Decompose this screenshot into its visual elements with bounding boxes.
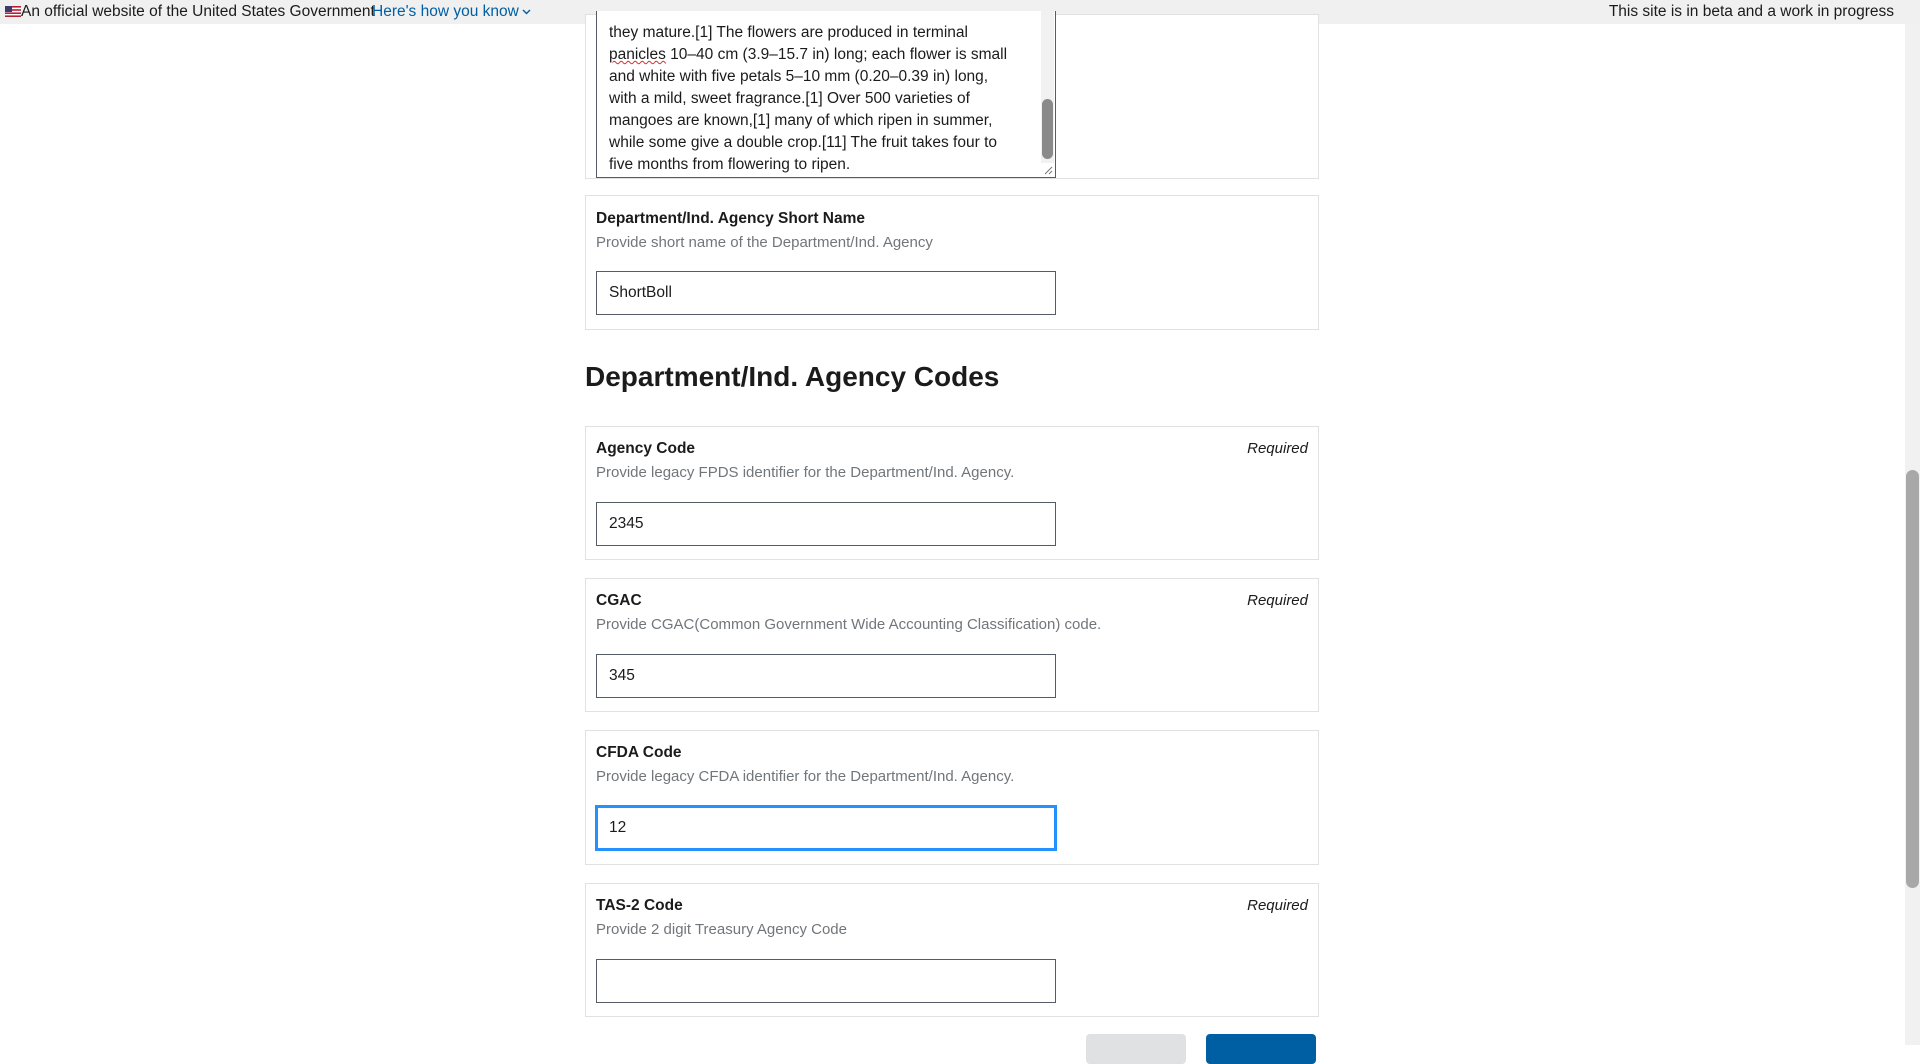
how-you-know-link[interactable]: Here's how you know bbox=[372, 0, 531, 24]
description-line: while some give a double crop.[11] The f… bbox=[609, 134, 997, 151]
resize-handle-icon[interactable] bbox=[1044, 166, 1053, 175]
tas2-code-input[interactable] bbox=[596, 959, 1056, 1003]
tas2-code-card: TAS-2 Code Required Provide 2 digit Trea… bbox=[585, 883, 1319, 1017]
cfda-code-hint: Provide legacy CFDA identifier for the D… bbox=[596, 768, 1015, 785]
short-name-card: Department/Ind. Agency Short Name Provid… bbox=[585, 195, 1319, 330]
chevron-down-icon bbox=[522, 9, 531, 15]
description-text: they mature.[1] The flowers are produced… bbox=[609, 22, 1019, 176]
agency-code-input[interactable] bbox=[596, 502, 1056, 546]
agency-code-card: Agency Code Required Provide legacy FPDS… bbox=[585, 426, 1319, 560]
cfda-code-card: CFDA Code Provide legacy CFDA identifier… bbox=[585, 730, 1319, 865]
agency-code-label: Agency Code bbox=[596, 440, 696, 457]
agency-code-hint: Provide legacy FPDS identifier for the D… bbox=[596, 464, 1015, 481]
cancel-button[interactable] bbox=[1086, 1034, 1186, 1064]
required-indicator: Required bbox=[1247, 440, 1308, 457]
description-line-rest: 10–40 cm (3.9–15.7 in) long; each flower… bbox=[665, 46, 1008, 63]
description-line: and white with five petals 5–10 mm (0.20… bbox=[609, 68, 989, 85]
description-textarea[interactable]: they mature.[1] The flowers are produced… bbox=[596, 11, 1056, 178]
required-indicator: Required bbox=[1247, 897, 1308, 914]
spellcheck-word: panicles bbox=[609, 46, 666, 63]
cgac-label: CGAC bbox=[596, 592, 642, 609]
required-indicator: Required bbox=[1247, 592, 1308, 609]
description-line: panicles 10–40 cm (3.9–15.7 in) long; ea… bbox=[609, 44, 1019, 66]
cgac-input[interactable] bbox=[596, 654, 1056, 698]
cgac-hint: Provide CGAC(Common Government Wide Acco… bbox=[596, 616, 1102, 633]
short-name-hint: Provide short name of the Department/Ind… bbox=[596, 234, 933, 251]
official-website-text: An official website of the United States… bbox=[21, 3, 375, 20]
page-scrollbar-thumb[interactable] bbox=[1906, 470, 1919, 888]
description-line: with a mild, sweet fragrance.[1] Over 50… bbox=[609, 90, 970, 107]
cfda-code-label: CFDA Code bbox=[596, 744, 682, 761]
cfda-code-input[interactable] bbox=[596, 806, 1056, 850]
short-name-label: Department/Ind. Agency Short Name bbox=[596, 210, 866, 227]
us-flag-icon bbox=[5, 6, 21, 17]
section-heading: Department/Ind. Agency Codes bbox=[585, 361, 1000, 392]
description-line: five months from flowering to ripen. bbox=[609, 156, 851, 173]
tas2-code-label: TAS-2 Code bbox=[596, 897, 683, 914]
description-line: they mature.[1] The flowers are produced… bbox=[609, 24, 968, 41]
how-you-know-label: Here's how you know bbox=[372, 3, 519, 20]
submit-button[interactable] bbox=[1206, 1034, 1316, 1064]
cgac-card: CGAC Required Provide CGAC(Common Govern… bbox=[585, 578, 1319, 712]
description-line: mangoes are known,[1] many of which ripe… bbox=[609, 112, 993, 129]
textarea-scrollbar-thumb[interactable] bbox=[1042, 99, 1053, 159]
tas2-code-hint: Provide 2 digit Treasury Agency Code bbox=[596, 921, 847, 938]
beta-notice: This site is in beta and a work in progr… bbox=[1608, 3, 1894, 20]
short-name-input[interactable] bbox=[596, 271, 1056, 315]
description-card: they mature.[1] The flowers are produced… bbox=[585, 11, 1319, 179]
